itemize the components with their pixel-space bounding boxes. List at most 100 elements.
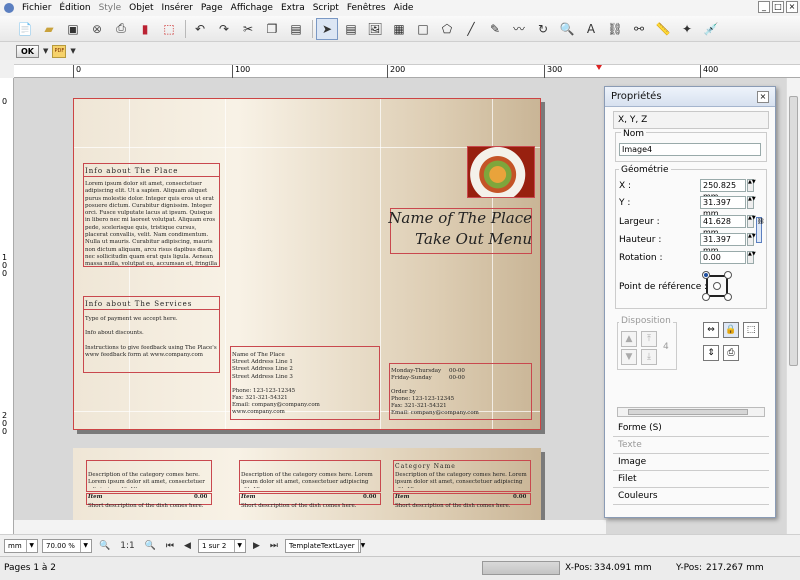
link-ratio-icon[interactable]: ⛓ <box>756 217 765 243</box>
new-document-icon[interactable]: 📄 <box>14 18 36 40</box>
zoom-in-icon[interactable]: 🔍 <box>142 541 159 551</box>
chevron-down-icon[interactable]: ▼ <box>70 47 75 55</box>
radio-center[interactable] <box>713 282 721 290</box>
table-icon[interactable]: ▦ <box>388 18 410 40</box>
menu-page[interactable]: Page <box>197 0 227 16</box>
flip-vertical-icon[interactable]: ⇕ <box>703 345 719 361</box>
flip-horizontal-icon[interactable]: ⇔ <box>703 322 719 338</box>
menu-affichage[interactable]: Affichage <box>227 0 277 16</box>
bezier-icon[interactable]: ✎ <box>484 18 506 40</box>
zoom-icon[interactable]: 🔍 <box>556 18 578 40</box>
width-spinner[interactable]: ▲▼ <box>747 215 756 228</box>
horizontal-scrollbar[interactable] <box>14 520 606 534</box>
freehand-icon[interactable]: 〰 <box>508 18 530 40</box>
section-image[interactable]: Image <box>613 454 769 471</box>
vertical-scrollbar[interactable] <box>786 78 800 534</box>
height-spinner[interactable]: ▲▼ <box>747 233 756 246</box>
image-frame-icon[interactable]: 🖼 <box>364 18 386 40</box>
radio-top-right[interactable] <box>724 271 732 279</box>
horizontal-ruler[interactable]: 0 100 200 300 400 <box>14 64 800 78</box>
eyedropper-icon[interactable]: 💉 <box>700 18 722 40</box>
menu-style[interactable]: Style <box>95 0 126 16</box>
zoom-ratio[interactable]: 1:1 <box>117 541 137 551</box>
y-spinner[interactable]: ▲▼ <box>747 196 756 209</box>
lower-icon[interactable]: ▼ <box>621 349 637 365</box>
link-frames-icon[interactable]: ⛓ <box>604 18 626 40</box>
chevron-down-icon[interactable]: ▼ <box>43 47 48 55</box>
redo-icon[interactable]: ↷ <box>213 18 235 40</box>
y-input[interactable]: 31.397 mm <box>700 196 746 218</box>
name-input[interactable]: Image4 <box>619 143 761 156</box>
copy-properties-icon[interactable]: ✦ <box>676 18 698 40</box>
print-toggle-icon[interactable]: ⎙ <box>723 345 739 361</box>
page-select[interactable]: 1 sur 2 ▼ <box>197 538 246 553</box>
reference-point-selector[interactable] <box>702 271 732 301</box>
scroll-thumb[interactable] <box>628 409 748 415</box>
close-icon[interactable]: × <box>757 91 769 103</box>
section-texte[interactable]: Texte <box>613 437 769 454</box>
first-page-icon[interactable]: ⏮ <box>163 541 177 551</box>
x-input[interactable]: 250.825 mm <box>700 179 746 201</box>
radio-bottom-right[interactable] <box>724 293 732 301</box>
shape-icon[interactable]: □ <box>412 18 434 40</box>
close-icon[interactable]: ⊗ <box>86 18 108 40</box>
text-frame-icon[interactable]: ▤ <box>340 18 362 40</box>
minimize-button[interactable]: _ <box>758 1 770 13</box>
menu-extra[interactable]: Extra <box>277 0 309 16</box>
rotate-icon[interactable]: ↻ <box>532 18 554 40</box>
zoom-out-icon[interactable]: 🔍 <box>96 541 113 551</box>
close-window-button[interactable]: × <box>786 1 798 13</box>
section-forme[interactable]: Forme (S) <box>613 420 769 437</box>
unlink-frames-icon[interactable]: ⚯ <box>628 18 650 40</box>
lower-bottom-icon[interactable]: ⤓ <box>641 349 657 365</box>
undo-icon[interactable]: ↶ <box>189 18 211 40</box>
tab-xyz[interactable]: X, Y, Z <box>613 111 769 129</box>
radio-bottom-left[interactable] <box>702 293 710 301</box>
last-page-icon[interactable]: ⏭ <box>267 541 281 551</box>
menu-fenetres[interactable]: Fenêtres <box>343 0 390 16</box>
pdf-button[interactable]: PDF <box>52 44 67 58</box>
radio-top-left[interactable] <box>702 271 710 279</box>
width-input[interactable]: 41.628 mm <box>700 215 746 237</box>
line-icon[interactable]: ╱ <box>460 18 482 40</box>
pdf-export-icon[interactable]: ⬚ <box>158 18 180 40</box>
measurements-icon[interactable]: 📏 <box>652 18 674 40</box>
section-filet[interactable]: Filet <box>613 471 769 488</box>
food-image[interactable] <box>467 146 535 198</box>
paste-icon[interactable]: ▤ <box>285 18 307 40</box>
raise-top-icon[interactable]: ⤒ <box>641 331 657 347</box>
lock-icon[interactable]: 🔒 <box>723 322 739 338</box>
rotation-input[interactable]: 0.00 <box>700 251 746 264</box>
previous-page-icon[interactable]: ◀ <box>181 541 194 551</box>
frame-size-icon[interactable]: ⬚ <box>743 322 759 338</box>
ok-button[interactable]: OK <box>16 44 39 58</box>
zoom-select[interactable]: 70.00 % ▼ <box>42 538 92 553</box>
open-folder-icon[interactable]: ▰ <box>38 18 60 40</box>
cut-icon[interactable]: ✂ <box>237 18 259 40</box>
preflight-icon[interactable]: ▮ <box>134 18 156 40</box>
rotation-spinner[interactable]: ▲▼ <box>747 251 756 264</box>
maximize-button[interactable]: □ <box>772 1 784 13</box>
menu-aide[interactable]: Aide <box>390 0 418 16</box>
height-input[interactable]: 31.397 mm <box>700 233 746 255</box>
menu-objet[interactable]: Objet <box>125 0 157 16</box>
document-page[interactable]: Info about The Place Lorem ipsum dolor s… <box>73 98 541 430</box>
polygon-icon[interactable]: ⬠ <box>436 18 458 40</box>
select-tool-icon[interactable]: ➤ <box>316 17 338 40</box>
menu-inserer[interactable]: Insérer <box>158 0 197 16</box>
menu-fichier[interactable]: Fichier <box>18 0 55 16</box>
panel-horizontal-scrollbar[interactable] <box>617 407 765 417</box>
raise-icon[interactable]: ▲ <box>621 331 637 347</box>
scroll-thumb[interactable] <box>789 96 798 366</box>
edit-contents-icon[interactable]: A <box>580 18 602 40</box>
menu-edition[interactable]: Édition <box>55 0 94 16</box>
copy-icon[interactable]: ❐ <box>261 18 283 40</box>
layer-select[interactable]: TemplateTextLayer ▼ <box>284 538 365 553</box>
vertical-ruler[interactable]: 0 100 200 <box>0 78 14 534</box>
unit-select[interactable]: mm ▼ <box>4 538 38 553</box>
x-spinner[interactable]: ▲▼ <box>747 179 756 192</box>
menu-script[interactable]: Script <box>309 0 343 16</box>
section-couleurs[interactable]: Couleurs <box>613 488 769 505</box>
save-icon[interactable]: ▣ <box>62 18 84 40</box>
next-page-icon[interactable]: ▶ <box>250 541 263 551</box>
